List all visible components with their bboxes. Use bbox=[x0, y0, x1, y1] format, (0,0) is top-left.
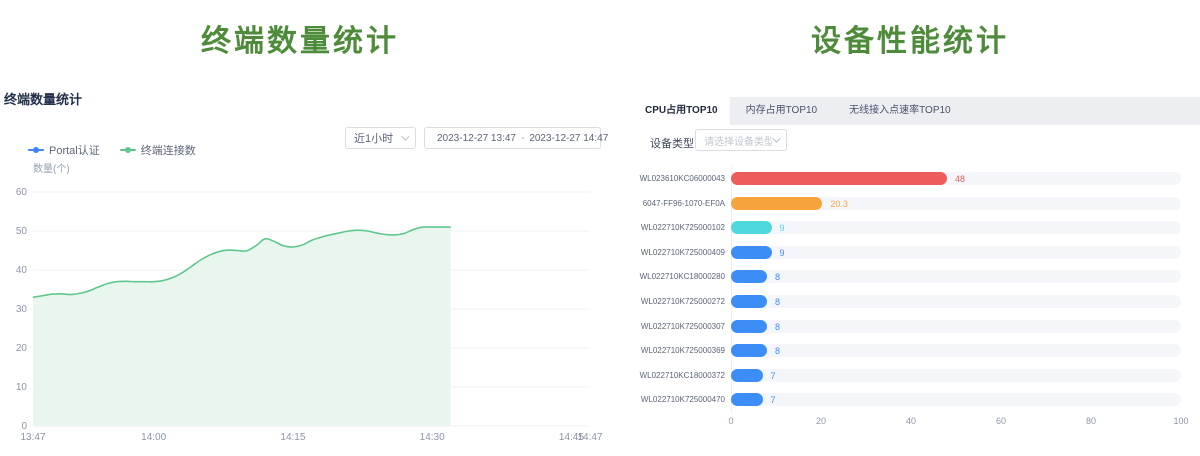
x-tick-label: 14:15 bbox=[280, 432, 305, 443]
bar-row: WL022710K725000369 8 bbox=[633, 344, 1200, 357]
y-tick-label: 60 bbox=[16, 187, 28, 198]
bar-row: 6047-FF96-1070-EF0A 20.3 bbox=[633, 197, 1200, 210]
bar-track bbox=[731, 369, 1181, 382]
bar-category-label: WL022710KC18000372 bbox=[633, 371, 725, 380]
date-range-separator: - bbox=[521, 133, 524, 144]
bar-row: WL022710K725000470 7 bbox=[633, 393, 1200, 406]
bar bbox=[731, 246, 772, 259]
bar-row: WL022710K725000307 8 bbox=[633, 320, 1200, 333]
device-type-select[interactable]: 请选择设备类型 bbox=[695, 129, 787, 151]
bar-value-label: 20.3 bbox=[830, 199, 848, 209]
bar bbox=[731, 344, 767, 357]
cpu-top10-bar-chart: 占用率(%) WL023610KC06000043486047-FF96-107… bbox=[633, 160, 1200, 456]
bar-x-tick-label: 20 bbox=[816, 416, 826, 426]
bar-value-label: 8 bbox=[775, 346, 780, 356]
bar bbox=[731, 172, 947, 185]
bar-category-label: WL022710KC18000280 bbox=[633, 272, 725, 281]
right-section-title: 设备性能统计 bbox=[620, 16, 1200, 60]
time-range-value: 近1小时 bbox=[354, 130, 393, 146]
device-type-label: 设备类型 bbox=[650, 135, 694, 151]
bar-track bbox=[731, 320, 1181, 333]
bar-value-label: 48 bbox=[955, 174, 965, 184]
tab-wireless-rate-top10[interactable]: 无线接入点速率TOP10 bbox=[833, 97, 967, 125]
bar-row: WL022710K725000409 9 bbox=[633, 246, 1200, 259]
terminal-line-chart: 010203040506013:4714:0014:1514:3014:4514… bbox=[0, 170, 610, 456]
date-range-picker[interactable]: 2023-12-27 13:47 - 2023-12-27 14:47 bbox=[424, 127, 601, 149]
date-range-start: 2023-12-27 13:47 bbox=[437, 133, 516, 144]
legend-label-portal: Portal认证 bbox=[49, 142, 100, 158]
dashboard: 终端数量统计 终端数量统计 近1小时 2023-12-27 13:47 - 20… bbox=[0, 0, 1200, 456]
bar bbox=[731, 197, 822, 210]
bar-category-label: WL022710K725000470 bbox=[633, 395, 725, 404]
bar-category-label: WL022710K725000409 bbox=[633, 248, 725, 257]
bar-row: WL022710KC18000280 8 bbox=[633, 270, 1200, 283]
y-tick-label: 40 bbox=[16, 265, 28, 276]
bar-category-label: WL022710K725000307 bbox=[633, 322, 725, 331]
bar-track bbox=[731, 295, 1181, 308]
bar-value-label: 9 bbox=[780, 223, 785, 233]
tab-bar: CPU占用TOP10 内存占用TOP10 无线接入点速率TOP10 bbox=[633, 97, 1200, 125]
bar-value-label: 8 bbox=[775, 297, 780, 307]
bar-value-label: 8 bbox=[775, 322, 780, 332]
bar bbox=[731, 393, 763, 406]
x-tick-label: 13:47 bbox=[20, 432, 45, 443]
legend-marker-terminal-icon bbox=[120, 146, 136, 154]
series-area-终端连接数 bbox=[33, 227, 451, 426]
tab-cpu-top10[interactable]: CPU占用TOP10 bbox=[633, 97, 730, 125]
legend-item-terminal-connections[interactable]: 终端连接数 bbox=[120, 142, 196, 158]
time-range-select[interactable]: 近1小时 bbox=[345, 127, 416, 149]
bar-track bbox=[731, 197, 1181, 210]
legend-label-terminal: 终端连接数 bbox=[141, 142, 196, 158]
x-tick-label: 14:47 bbox=[577, 432, 602, 443]
bar-value-label: 7 bbox=[771, 371, 776, 381]
bar-row: WL022710K725000102 9 bbox=[633, 221, 1200, 234]
chevron-down-icon bbox=[772, 134, 780, 142]
tab-memory-top10[interactable]: 内存占用TOP10 bbox=[730, 97, 834, 125]
bar-x-tick-label: 40 bbox=[906, 416, 916, 426]
bar-track bbox=[731, 221, 1181, 234]
bar-row: WL022710KC18000372 7 bbox=[633, 369, 1200, 382]
y-tick-label: 30 bbox=[16, 304, 28, 315]
legend-marker-portal-icon bbox=[28, 146, 44, 154]
bar-category-label: WL022710K725000369 bbox=[633, 346, 725, 355]
date-range-end: 2023-12-27 14:47 bbox=[529, 133, 608, 144]
legend-item-portal[interactable]: Portal认证 bbox=[28, 142, 100, 158]
bar-value-label: 7 bbox=[771, 395, 776, 405]
bar-track bbox=[731, 393, 1181, 406]
bar-row: WL022710K725000272 8 bbox=[633, 295, 1200, 308]
bar-category-label: WL023610KC06000043 bbox=[633, 174, 725, 183]
bar bbox=[731, 369, 763, 382]
bar bbox=[731, 270, 767, 283]
bar-row: WL023610KC06000043 48 bbox=[633, 172, 1200, 185]
bar-category-label: WL022710K725000272 bbox=[633, 297, 725, 306]
terminal-panel-title: 终端数量统计 bbox=[4, 89, 82, 108]
y-tick-label: 50 bbox=[16, 226, 28, 237]
x-tick-label: 14:30 bbox=[420, 432, 445, 443]
bar-x-tick-label: 100 bbox=[1173, 416, 1188, 426]
bar-x-tick-label: 60 bbox=[996, 416, 1006, 426]
bar-track bbox=[731, 344, 1181, 357]
bar-value-label: 9 bbox=[780, 248, 785, 258]
chart-legend: Portal认证 终端连接数 bbox=[28, 142, 196, 158]
left-section-title: 终端数量统计 bbox=[0, 16, 600, 60]
bar-track bbox=[731, 246, 1181, 259]
y-tick-label: 20 bbox=[16, 343, 28, 354]
device-type-placeholder: 请选择设备类型 bbox=[704, 133, 772, 148]
bar-track bbox=[731, 270, 1181, 283]
y-tick-label: 0 bbox=[21, 421, 27, 432]
x-tick-label: 14:00 bbox=[141, 432, 166, 443]
bar bbox=[731, 295, 767, 308]
bar bbox=[731, 320, 767, 333]
y-tick-label: 10 bbox=[16, 382, 28, 393]
chevron-down-icon bbox=[401, 132, 409, 140]
bar-x-tick-label: 80 bbox=[1086, 416, 1096, 426]
bar-category-label: 6047-FF96-1070-EF0A bbox=[633, 199, 725, 208]
bar bbox=[731, 221, 772, 234]
bar-value-label: 8 bbox=[775, 272, 780, 282]
bar-x-tick-label: 0 bbox=[728, 416, 733, 426]
bar-category-label: WL022710K725000102 bbox=[633, 223, 725, 232]
